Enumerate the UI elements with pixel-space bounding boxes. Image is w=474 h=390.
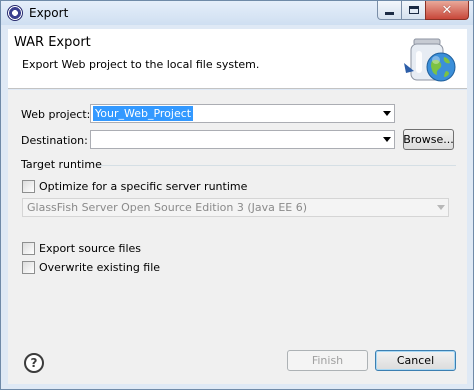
cancel-button[interactable]: Cancel bbox=[375, 350, 456, 371]
overwrite-label: Overwrite existing file bbox=[39, 261, 161, 274]
browse-button[interactable]: Browse... bbox=[403, 129, 454, 150]
wizard-title: WAR Export bbox=[14, 35, 91, 50]
title-bar[interactable]: Export ✕ bbox=[1, 1, 473, 25]
target-runtime-label: Target runtime bbox=[21, 158, 102, 171]
war-export-icon bbox=[404, 38, 456, 82]
chevron-down-icon bbox=[383, 137, 391, 142]
finish-button[interactable]: Finish bbox=[287, 350, 368, 371]
minimize-icon bbox=[385, 11, 394, 15]
window-title: Export bbox=[29, 6, 69, 20]
web-project-value: Your_Web_Project bbox=[93, 106, 194, 121]
maximize-button[interactable] bbox=[401, 1, 426, 20]
wizard-description: Export Web project to the local file sys… bbox=[22, 58, 260, 71]
web-project-label: Web project: bbox=[21, 108, 91, 121]
optimize-checkbox[interactable] bbox=[22, 180, 35, 193]
wizard-header: WAR Export Export Web project to the loc… bbox=[8, 29, 467, 89]
minimize-button[interactable] bbox=[377, 1, 402, 20]
destination-combo[interactable] bbox=[90, 130, 395, 149]
chevron-down-icon bbox=[383, 111, 391, 116]
destination-value bbox=[93, 132, 97, 147]
eclipse-icon bbox=[7, 5, 23, 21]
close-icon: ✕ bbox=[441, 2, 453, 18]
export-source-checkbox[interactable] bbox=[22, 242, 35, 255]
runtime-combo[interactable]: GlassFish Server Open Source Edition 3 (… bbox=[22, 198, 449, 217]
export-source-label: Export source files bbox=[39, 242, 142, 255]
runtime-value: GlassFish Server Open Source Edition 3 (… bbox=[27, 201, 308, 214]
web-project-combo[interactable]: Your_Web_Project bbox=[90, 104, 395, 123]
close-button[interactable]: ✕ bbox=[425, 1, 469, 20]
wizard-footer: ? Finish Cancel bbox=[8, 336, 467, 384]
chevron-down-icon bbox=[437, 205, 445, 210]
group-divider bbox=[100, 165, 456, 166]
wizard-body: Web project: Your_Web_Project Destinatio… bbox=[8, 90, 467, 336]
help-icon[interactable]: ? bbox=[24, 353, 44, 373]
optimize-label: Optimize for a specific server runtime bbox=[39, 180, 248, 193]
maximize-icon bbox=[408, 6, 419, 14]
destination-label: Destination: bbox=[21, 134, 88, 147]
overwrite-checkbox[interactable] bbox=[22, 261, 35, 274]
export-dialog: Export ✕ WAR Export Export Web project t… bbox=[0, 0, 474, 390]
